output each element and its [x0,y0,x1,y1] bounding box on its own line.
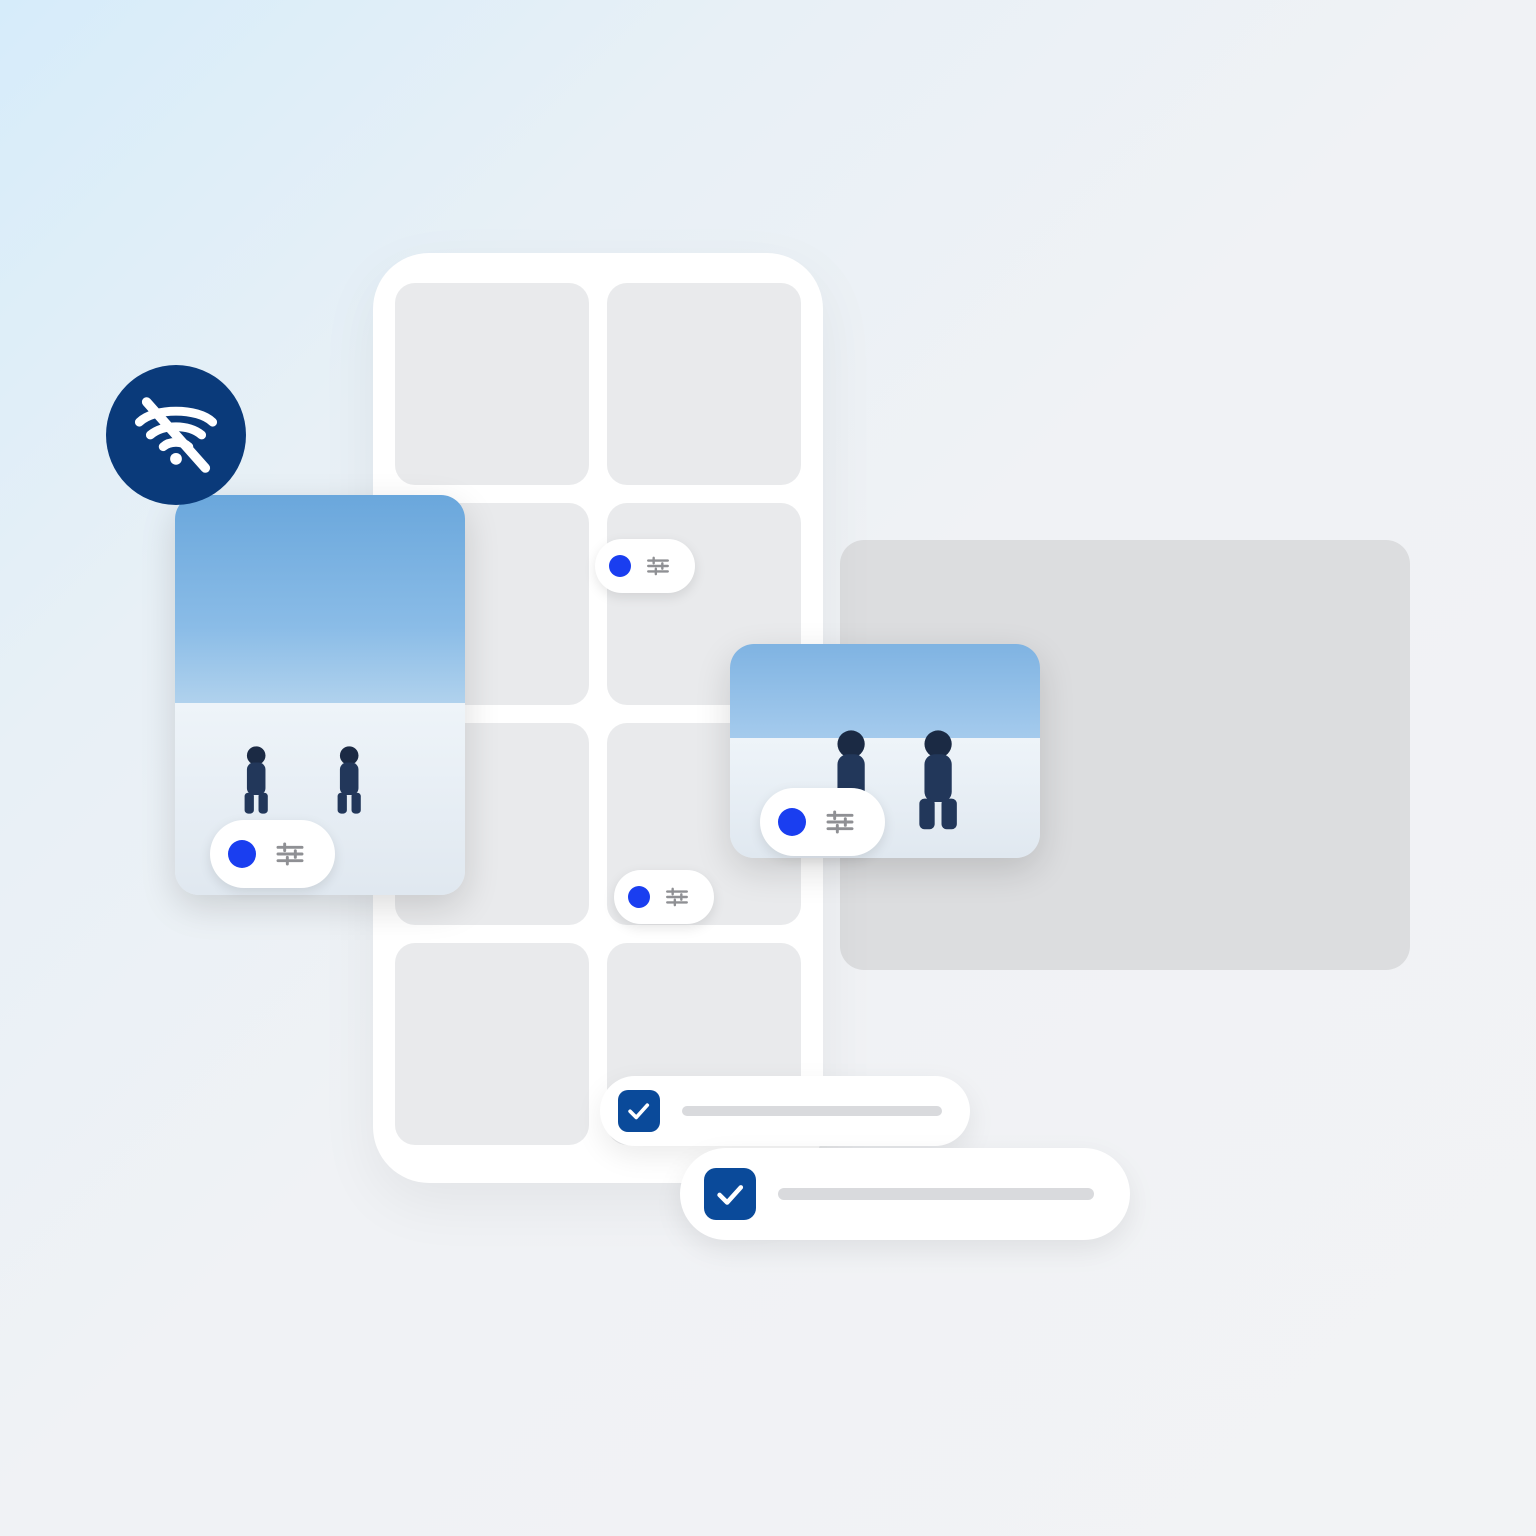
check-icon [712,1176,748,1212]
offline-badge [106,365,246,505]
grid-tile[interactable] [607,283,801,485]
task-item[interactable] [680,1148,1130,1240]
status-dot-icon [628,886,650,908]
status-dot-icon [228,840,256,868]
status-dot-icon [609,555,631,577]
checkbox-checked[interactable] [704,1168,756,1220]
placeholder-line [778,1188,1094,1200]
status-pill[interactable] [614,870,714,924]
checkbox-checked[interactable] [618,1090,660,1132]
sliders-icon [274,838,306,870]
task-item[interactable] [600,1076,970,1146]
placeholder-line [682,1106,942,1116]
status-pill[interactable] [210,820,335,888]
grid-tile[interactable] [395,283,589,485]
sliders-icon [645,553,671,579]
sliders-icon [664,884,690,910]
status-dot-icon [778,808,806,836]
grid-tile[interactable] [395,943,589,1145]
status-pill[interactable] [595,539,695,593]
check-icon [624,1096,653,1125]
wifi-off-icon [132,391,220,479]
sliders-icon [824,806,856,838]
status-pill[interactable] [760,788,885,856]
